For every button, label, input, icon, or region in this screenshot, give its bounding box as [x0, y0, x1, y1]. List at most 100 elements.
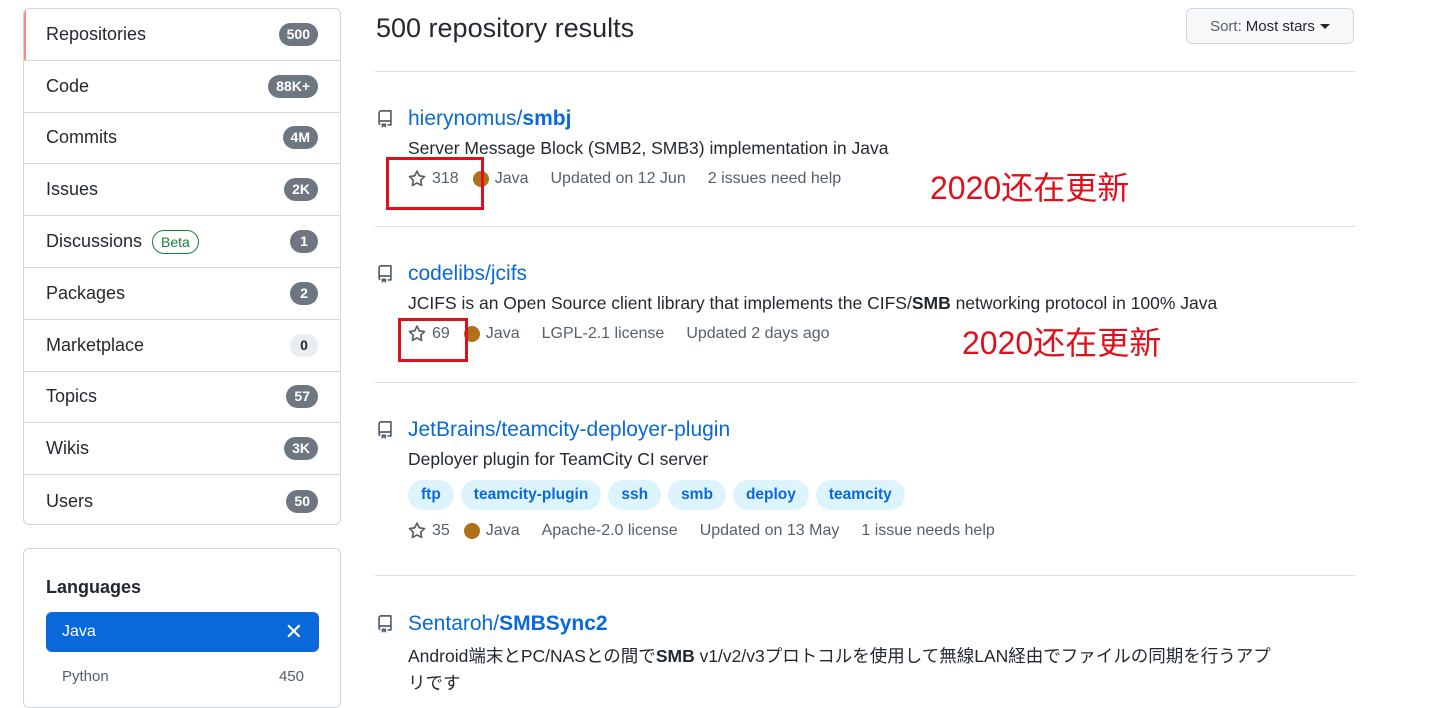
topic-tag[interactable]: ssh — [608, 480, 662, 510]
repo-language: Java — [494, 170, 529, 187]
desc-text: networking protocol in 100% Java — [950, 293, 1218, 313]
repo-item: codelibs/jcifs JCIFS is an Open Source c… — [376, 261, 1356, 346]
divider — [375, 71, 1355, 72]
annotation-text: 2020还在更新 — [930, 170, 1130, 206]
filter-commits[interactable]: Commits 4M — [24, 113, 340, 165]
repo-description: Deployer plugin for TeamCity CI server — [408, 449, 709, 469]
repo-icon — [378, 615, 392, 633]
filter-wikis[interactable]: Wikis 3K — [24, 423, 340, 476]
filter-label: Issues — [46, 179, 99, 200]
languages-title: Languages — [46, 577, 142, 597]
filter-label: Discussions — [46, 231, 143, 252]
repo-meta: 69 Java LGPL-2.1 license Updated 2 days … — [408, 322, 1356, 346]
results-title: 500 repository results — [376, 13, 635, 43]
help-wanted-issues[interactable]: 2 issues need help — [708, 170, 841, 188]
filter-marketplace[interactable]: Marketplace 0 — [24, 320, 340, 372]
repo-updated: Updated 2 days ago — [686, 325, 830, 342]
repo-item: Sentaroh/SMBSync2 Android端末とPC/NASとの間でSM… — [376, 611, 1356, 695]
language-java-selected[interactable]: Java ✕ — [46, 612, 319, 652]
repo-description-line2: リです — [408, 673, 461, 693]
filter-count: 57 — [286, 385, 318, 409]
filter-count: 500 — [278, 22, 318, 46]
topic-tag[interactable]: smb — [668, 480, 726, 510]
repo-description: Server Message Block (SMB2, SMB3) implem… — [408, 138, 889, 158]
filter-count: 3K — [284, 437, 318, 461]
filter-code[interactable]: Code 88K+ — [24, 61, 340, 113]
repo-link[interactable]: JetBrains/teamcity-deployer-plugin — [408, 418, 730, 442]
repo-name: jcifs — [490, 262, 528, 285]
repo-language: Java — [485, 325, 520, 342]
filter-count: 88K+ — [268, 74, 318, 98]
filter-issues[interactable]: Issues 2K — [24, 164, 340, 217]
filter-count: 1 — [290, 230, 318, 254]
filter-repositories[interactable]: Repositories 500 — [24, 9, 340, 61]
repo-link[interactable]: codelibs/jcifs — [408, 262, 527, 286]
repo-name: smbj — [522, 107, 572, 130]
help-wanted-issues[interactable]: 1 issue needs help — [861, 522, 994, 540]
sort-dropdown[interactable]: Sort: Most stars — [1186, 8, 1354, 44]
stars-link[interactable]: 35 — [408, 522, 450, 540]
filter-users[interactable]: Users 50 — [24, 475, 340, 524]
filter-count: 2K — [284, 178, 318, 202]
star-count: 35 — [432, 522, 450, 539]
topic-list: ftp teamcity-plugin ssh smb deploy teamc… — [408, 480, 1356, 510]
topic-tag[interactable]: deploy — [732, 480, 809, 510]
repo-icon — [378, 110, 392, 128]
filter-count: 4M — [282, 126, 318, 150]
repo-link[interactable]: Sentaroh/SMBSync2 — [408, 612, 608, 636]
desc-text: JCIFS is an Open Source client library t… — [408, 293, 912, 313]
x-icon[interactable]: ✕ — [285, 621, 303, 643]
filter-topics[interactable]: Topics 57 — [24, 372, 340, 424]
language-count: 450 — [278, 668, 304, 685]
desc-highlight: SMB — [911, 293, 951, 313]
topic-tag[interactable]: ftp — [408, 480, 454, 510]
filter-label: Packages — [46, 282, 126, 303]
filter-packages[interactable]: Packages 2 — [24, 268, 340, 320]
repo-language: Java — [485, 522, 520, 539]
beta-badge: Beta — [152, 229, 199, 254]
desc-text: v1/v2/v3プロトコルを使用して無線LAN経由でファイルの同期を行うアプ — [694, 646, 1271, 666]
filter-label: Code — [46, 75, 90, 96]
divider — [375, 575, 1355, 576]
repo-license: LGPL-2.1 license — [541, 325, 665, 342]
repo-owner: hierynomus/ — [408, 107, 523, 130]
filter-label: Marketplace — [46, 334, 145, 355]
divider — [375, 382, 1355, 383]
language-color-dot — [463, 523, 480, 539]
repo-description: Android端末とPC/NASとの間でSMB v1/v2/v3プロトコルを使用… — [408, 643, 1356, 668]
filter-label: Commits — [46, 127, 117, 148]
caret-down-icon — [1319, 23, 1330, 29]
repo-item: JetBrains/teamcity-deployer-plugin Deplo… — [376, 417, 1356, 543]
repo-updated: Updated on 12 Jun — [550, 170, 686, 187]
desc-highlight: SMB — [655, 646, 695, 666]
filter-count: 0 — [290, 333, 318, 357]
filter-count: 2 — [290, 281, 318, 305]
repo-icon — [378, 265, 392, 283]
star-icon — [408, 522, 426, 539]
repo-description: JCIFS is an Open Source client library t… — [408, 293, 1356, 314]
topic-tag[interactable]: teamcity-plugin — [460, 480, 602, 510]
filter-discussions[interactable]: Discussions Beta 1 — [24, 216, 340, 268]
repo-link[interactable]: hierynomus/smbj — [408, 107, 571, 131]
repo-license: Apache-2.0 license — [541, 522, 678, 539]
filter-label: Repositories — [46, 23, 147, 44]
sort-value: Most stars — [1245, 17, 1315, 35]
language-name: Java — [62, 623, 96, 640]
repo-meta: 35 Java Apache-2.0 license Updated on 13… — [408, 519, 1356, 543]
filter-label: Users — [46, 490, 94, 511]
topic-tag[interactable]: teamcity — [815, 480, 905, 510]
filter-count: 50 — [286, 489, 318, 513]
filter-label: Topics — [46, 386, 98, 407]
red-highlight-box — [386, 157, 484, 210]
filter-label: Wikis — [46, 438, 89, 459]
repo-updated: Updated on 13 May — [699, 522, 840, 539]
repo-item: hierynomus/smbj Server Message Block (SM… — [376, 106, 1356, 191]
repo-owner: Sentaroh/ — [408, 612, 500, 635]
repo-icon — [378, 421, 392, 439]
repo-owner: codelibs/ — [408, 262, 491, 285]
repo-name: SMBSync2 — [499, 612, 608, 635]
repo-meta: 318 Java Updated on 12 Jun 2 issues need… — [408, 167, 1356, 191]
sort-prefix: Sort: — [1210, 17, 1242, 35]
divider — [375, 226, 1355, 227]
language-python[interactable]: Python 450 — [62, 668, 304, 685]
